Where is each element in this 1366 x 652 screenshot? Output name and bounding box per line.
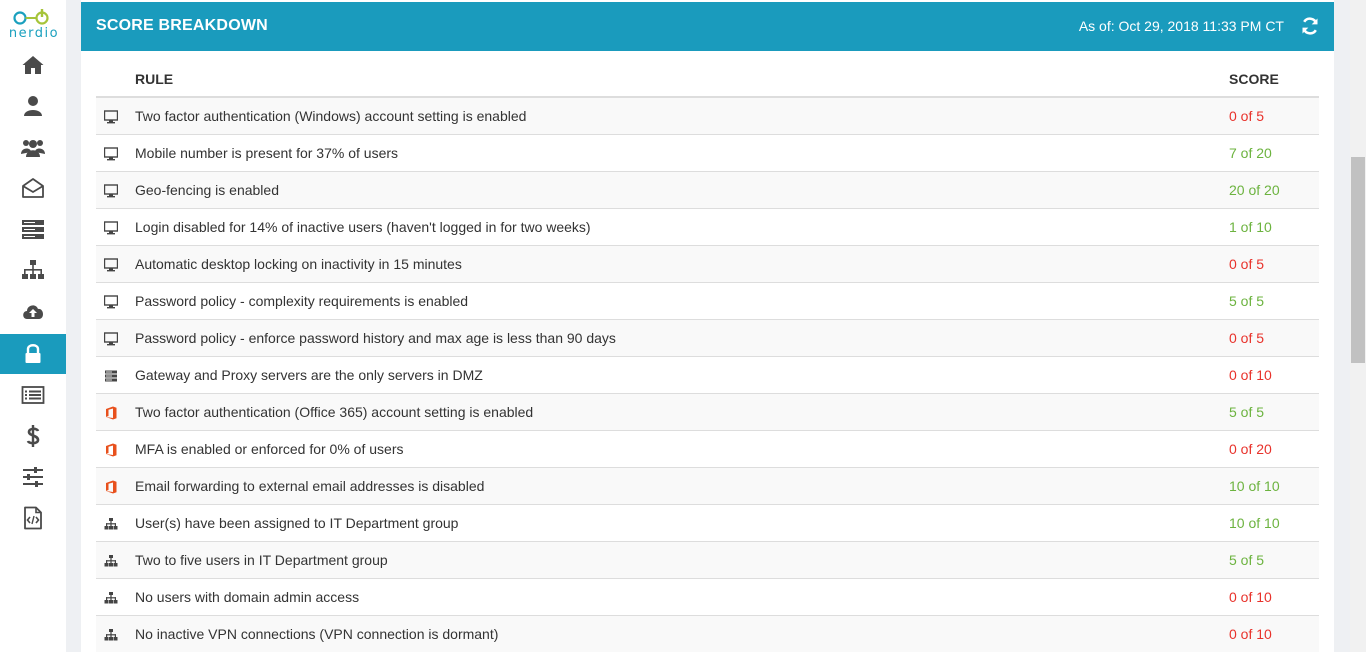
nav-scripts[interactable]	[0, 498, 66, 538]
nav-users[interactable]	[0, 127, 66, 167]
table-row: Two to five users in IT Department group…	[96, 542, 1319, 579]
desktop-icon	[103, 147, 119, 161]
rule-text: Login disabled for 14% of inactive users…	[135, 219, 591, 235]
panel-header: SCORE BREAKDOWN As of: Oct 29, 2018 11:3…	[81, 2, 1334, 51]
table-row: Mobile number is present for 37% of user…	[96, 135, 1319, 172]
nav-user[interactable]	[0, 86, 66, 126]
lock-icon	[25, 344, 41, 363]
desktop-icon	[103, 110, 119, 124]
nav-network[interactable]	[0, 250, 66, 290]
rule-text: MFA is enabled or enforced for 0% of use…	[135, 441, 404, 457]
nerdio-logo[interactable]: nerdio	[4, 6, 64, 42]
rule-text: Two factor authentication (Windows) acco…	[135, 108, 527, 124]
table-row: User(s) have been assigned to IT Departm…	[96, 505, 1319, 542]
desktop-icon	[103, 221, 119, 235]
desktop-icon	[103, 184, 119, 198]
score-value: 10 of 10	[1229, 478, 1280, 494]
table-row: No users with domain admin access 0 of 10	[96, 579, 1319, 616]
rule-text: Two to five users in IT Department group	[135, 552, 388, 568]
column-header-rule[interactable]: RULE	[135, 71, 173, 87]
table-body: Two factor authentication (Windows) acco…	[96, 98, 1319, 652]
rule-text: Two factor authentication (Office 365) a…	[135, 404, 534, 420]
score-value: 1 of 10	[1229, 219, 1272, 235]
table-row: Geo-fencing is enabled 20 of 20	[96, 172, 1319, 209]
rule-text: Email forwarding to external email addre…	[135, 478, 485, 494]
list-icon	[21, 386, 45, 404]
table-row: Two factor authentication (Office 365) a…	[96, 394, 1319, 431]
code-file-icon	[24, 506, 42, 530]
desktop-icon	[103, 332, 119, 346]
table-row: Email forwarding to external email addre…	[96, 468, 1319, 505]
rule-text: User(s) have been assigned to IT Departm…	[135, 515, 459, 531]
nav-settings[interactable]	[0, 457, 66, 497]
sitemap-small-icon	[104, 554, 118, 568]
cloud-upload-icon	[23, 305, 44, 319]
sidebar: nerdio	[0, 0, 66, 652]
sitemap-icon	[22, 260, 44, 279]
score-value: 5 of 5	[1229, 404, 1265, 420]
nav-home[interactable]	[0, 45, 66, 85]
score-value: 0 of 10	[1229, 367, 1272, 383]
nav-mail[interactable]	[0, 168, 66, 208]
score-value: 0 of 20	[1229, 441, 1272, 457]
nav-billing[interactable]	[0, 416, 66, 456]
column-header-score[interactable]: SCORE	[1229, 71, 1279, 87]
rule-text: No inactive VPN connections (VPN connect…	[135, 626, 499, 642]
nav-backup[interactable]	[0, 291, 66, 331]
score-value: 0 of 10	[1229, 589, 1272, 605]
score-value: 7 of 20	[1229, 145, 1272, 161]
sitemap-small-icon	[104, 628, 118, 642]
score-value: 5 of 5	[1229, 293, 1265, 309]
table-row: Gateway and Proxy servers are the only s…	[96, 357, 1319, 394]
score-breakdown-panel: SCORE BREAKDOWN As of: Oct 29, 2018 11:3…	[81, 0, 1334, 652]
office-icon	[104, 480, 118, 494]
score-value: 5 of 5	[1229, 552, 1265, 568]
dollar-icon	[26, 425, 40, 447]
score-value: 0 of 5	[1229, 330, 1265, 346]
as-of-timestamp: As of: Oct 29, 2018 11:33 PM CT	[1078, 18, 1284, 34]
sliders-icon	[23, 467, 43, 487]
desktop-icon	[103, 295, 119, 309]
nav-servers[interactable]	[0, 209, 66, 249]
refresh-icon[interactable]	[1300, 16, 1320, 36]
score-value: 0 of 5	[1229, 108, 1265, 124]
server-small-icon	[104, 369, 118, 383]
users-icon	[21, 140, 45, 157]
rule-text: Gateway and Proxy servers are the only s…	[135, 367, 483, 383]
scrollbar-thumb[interactable]	[1351, 157, 1365, 363]
nav-security[interactable]	[0, 334, 66, 374]
table-row: Login disabled for 14% of inactive users…	[96, 209, 1319, 246]
score-value: 0 of 10	[1229, 626, 1272, 642]
nav-reports[interactable]	[0, 375, 66, 415]
table-row: Password policy - enforce password histo…	[96, 320, 1319, 357]
logo-mark-icon	[13, 9, 49, 25]
server-icon	[22, 220, 44, 239]
score-value: 0 of 5	[1229, 256, 1265, 272]
table-row: Password policy - complexity requirement…	[96, 283, 1319, 320]
rule-text: Mobile number is present for 37% of user…	[135, 145, 399, 161]
sitemap-small-icon	[104, 591, 118, 605]
page-title: SCORE BREAKDOWN	[96, 17, 268, 34]
table-row: Two factor authentication (Windows) acco…	[96, 98, 1319, 135]
rules-table: RULE SCORE Two factor authentication (Wi…	[96, 60, 1319, 652]
score-value: 20 of 20	[1229, 182, 1280, 198]
office-icon	[104, 406, 118, 420]
office-icon	[104, 443, 118, 457]
envelope-open-icon	[22, 178, 44, 198]
table-row: Automatic desktop locking on inactivity …	[96, 246, 1319, 283]
score-value: 10 of 10	[1229, 515, 1280, 531]
table-header: RULE SCORE	[96, 60, 1319, 98]
home-icon	[22, 56, 44, 74]
user-icon	[24, 96, 42, 116]
rule-text: Password policy - complexity requirement…	[135, 293, 469, 309]
desktop-icon	[103, 258, 119, 272]
rule-text: Geo-fencing is enabled	[135, 182, 279, 198]
rule-text: Password policy - enforce password histo…	[135, 330, 616, 346]
rule-text: Automatic desktop locking on inactivity …	[135, 256, 462, 272]
table-row: MFA is enabled or enforced for 0% of use…	[96, 431, 1319, 468]
rule-text: No users with domain admin access	[135, 589, 360, 605]
logo-text: nerdio	[8, 26, 60, 41]
table-row: No inactive VPN connections (VPN connect…	[96, 616, 1319, 652]
sitemap-small-icon	[104, 517, 118, 531]
